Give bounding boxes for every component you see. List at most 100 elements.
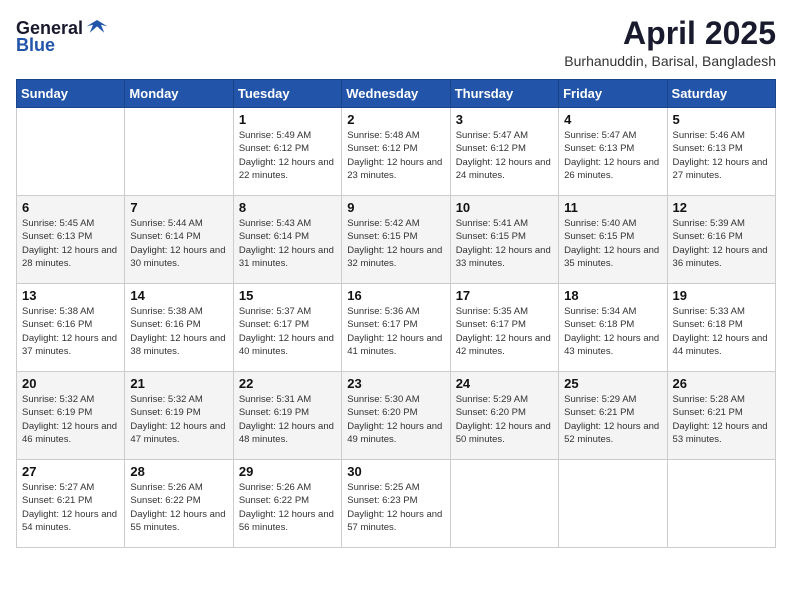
day-info: Sunrise: 5:32 AM Sunset: 6:19 PM Dayligh…: [22, 393, 119, 446]
day-number: 3: [456, 112, 553, 127]
day-info: Sunrise: 5:31 AM Sunset: 6:19 PM Dayligh…: [239, 393, 336, 446]
location-title: Burhanuddin, Barisal, Bangladesh: [564, 53, 776, 69]
calendar-cell: [450, 460, 558, 548]
week-row-4: 20 Sunrise: 5:32 AM Sunset: 6:19 PM Dayli…: [17, 372, 776, 460]
calendar-cell: 14 Sunrise: 5:38 AM Sunset: 6:16 PM Dayli…: [125, 284, 233, 372]
day-number: 18: [564, 288, 661, 303]
calendar-cell: 29Sunrise: 5:26 AM Sunset: 6:22 PM Dayli…: [233, 460, 341, 548]
day-number: 11: [564, 200, 661, 215]
day-info: Sunrise: 5:42 AM Sunset: 6:15 PM Dayligh…: [347, 217, 444, 270]
day-info: Sunrise: 5:30 AM Sunset: 6:20 PM Dayligh…: [347, 393, 444, 446]
day-info: Sunrise: 5:34 AM Sunset: 6:18 PM Dayligh…: [564, 305, 661, 358]
day-number: 2: [347, 112, 444, 127]
title-area: April 2025 Burhanuddin, Barisal, Banglad…: [564, 16, 776, 69]
day-number: 5: [673, 112, 770, 127]
day-info: Sunrise: 5:28 AM Sunset: 6:21 PM Dayligh…: [673, 393, 770, 446]
page-header: General Blue April 2025 Burhanuddin, Bar…: [16, 16, 776, 69]
day-info: Sunrise: 5:25 AM Sunset: 6:23 PM Dayligh…: [347, 481, 444, 534]
day-info: Sunrise: 5:27 AM Sunset: 6:21 PM Dayligh…: [22, 481, 119, 534]
day-number: 13: [22, 288, 119, 303]
day-number: 14: [130, 288, 227, 303]
col-header-saturday: Saturday: [667, 80, 775, 108]
month-title: April 2025: [564, 16, 776, 51]
calendar-cell: 18 Sunrise: 5:34 AM Sunset: 6:18 PM Dayli…: [559, 284, 667, 372]
calendar-cell: 16 Sunrise: 5:36 AM Sunset: 6:17 PM Dayli…: [342, 284, 450, 372]
day-number: 26: [673, 376, 770, 391]
calendar-header-row: SundayMondayTuesdayWednesdayThursdayFrid…: [17, 80, 776, 108]
calendar-cell: 13 Sunrise: 5:38 AM Sunset: 6:16 PM Dayli…: [17, 284, 125, 372]
calendar-cell: 8 Sunrise: 5:43 AM Sunset: 6:14 PM Daylig…: [233, 196, 341, 284]
calendar-cell: 6 Sunrise: 5:45 AM Sunset: 6:13 PM Daylig…: [17, 196, 125, 284]
day-number: 28: [130, 464, 227, 479]
logo: General Blue: [16, 16, 109, 54]
calendar-cell: [125, 108, 233, 196]
day-number: 7: [130, 200, 227, 215]
day-number: 17: [456, 288, 553, 303]
day-number: 6: [22, 200, 119, 215]
calendar-cell: 27 Sunrise: 5:27 AM Sunset: 6:21 PM Dayli…: [17, 460, 125, 548]
day-info: Sunrise: 5:40 AM Sunset: 6:15 PM Dayligh…: [564, 217, 661, 270]
day-number: 20: [22, 376, 119, 391]
calendar-cell: 3 Sunrise: 5:47 AM Sunset: 6:12 PM Daylig…: [450, 108, 558, 196]
day-number: 1: [239, 112, 336, 127]
calendar-cell: 12 Sunrise: 5:39 AM Sunset: 6:16 PM Dayli…: [667, 196, 775, 284]
logo-bird-icon: [85, 16, 109, 40]
calendar-cell: 7 Sunrise: 5:44 AM Sunset: 6:14 PM Daylig…: [125, 196, 233, 284]
day-number: 8: [239, 200, 336, 215]
day-number: 15: [239, 288, 336, 303]
day-number: 12: [673, 200, 770, 215]
calendar-cell: 26 Sunrise: 5:28 AM Sunset: 6:21 PM Dayli…: [667, 372, 775, 460]
day-info: Sunrise: 5:48 AM Sunset: 6:12 PM Dayligh…: [347, 129, 444, 182]
calendar-cell: [667, 460, 775, 548]
day-info: Sunrise: 5:49 AM Sunset: 6:12 PM Dayligh…: [239, 129, 336, 182]
calendar-cell: 11 Sunrise: 5:40 AM Sunset: 6:15 PM Dayli…: [559, 196, 667, 284]
day-info: Sunrise: 5:35 AM Sunset: 6:17 PM Dayligh…: [456, 305, 553, 358]
calendar-table: SundayMondayTuesdayWednesdayThursdayFrid…: [16, 79, 776, 548]
col-header-thursday: Thursday: [450, 80, 558, 108]
day-number: 25: [564, 376, 661, 391]
col-header-monday: Monday: [125, 80, 233, 108]
day-info: Sunrise: 5:38 AM Sunset: 6:16 PM Dayligh…: [22, 305, 119, 358]
day-info: Sunrise: 5:47 AM Sunset: 6:12 PM Dayligh…: [456, 129, 553, 182]
day-info: Sunrise: 5:36 AM Sunset: 6:17 PM Dayligh…: [347, 305, 444, 358]
week-row-5: 27 Sunrise: 5:27 AM Sunset: 6:21 PM Dayli…: [17, 460, 776, 548]
calendar-cell: 9 Sunrise: 5:42 AM Sunset: 6:15 PM Daylig…: [342, 196, 450, 284]
calendar-cell: [559, 460, 667, 548]
logo-blue: Blue: [16, 36, 55, 54]
day-info: Sunrise: 5:47 AM Sunset: 6:13 PM Dayligh…: [564, 129, 661, 182]
calendar-cell: 23 Sunrise: 5:30 AM Sunset: 6:20 PM Dayli…: [342, 372, 450, 460]
day-number: 30: [347, 464, 444, 479]
calendar-cell: 28 Sunrise: 5:26 AM Sunset: 6:22 PM Dayli…: [125, 460, 233, 548]
day-number: 23: [347, 376, 444, 391]
calendar-cell: 19 Sunrise: 5:33 AM Sunset: 6:18 PM Dayli…: [667, 284, 775, 372]
col-header-tuesday: Tuesday: [233, 80, 341, 108]
day-info: Sunrise: 5:38 AM Sunset: 6:16 PM Dayligh…: [130, 305, 227, 358]
day-number: 24: [456, 376, 553, 391]
day-number: 19: [673, 288, 770, 303]
calendar-cell: [17, 108, 125, 196]
week-row-2: 6 Sunrise: 5:45 AM Sunset: 6:13 PM Daylig…: [17, 196, 776, 284]
calendar-cell: 30 Sunrise: 5:25 AM Sunset: 6:23 PM Dayli…: [342, 460, 450, 548]
calendar-cell: 22 Sunrise: 5:31 AM Sunset: 6:19 PM Dayli…: [233, 372, 341, 460]
calendar-cell: 21Sunrise: 5:32 AM Sunset: 6:19 PM Dayli…: [125, 372, 233, 460]
calendar-cell: 1 Sunrise: 5:49 AM Sunset: 6:12 PM Daylig…: [233, 108, 341, 196]
col-header-friday: Friday: [559, 80, 667, 108]
day-number: 4: [564, 112, 661, 127]
calendar-cell: 2 Sunrise: 5:48 AM Sunset: 6:12 PM Daylig…: [342, 108, 450, 196]
day-info: Sunrise: 5:37 AM Sunset: 6:17 PM Dayligh…: [239, 305, 336, 358]
calendar-cell: 20 Sunrise: 5:32 AM Sunset: 6:19 PM Dayli…: [17, 372, 125, 460]
day-number: 16: [347, 288, 444, 303]
day-info: Sunrise: 5:45 AM Sunset: 6:13 PM Dayligh…: [22, 217, 119, 270]
day-info: Sunrise: 5:26 AM Sunset: 6:22 PM Dayligh…: [130, 481, 227, 534]
day-info: Sunrise: 5:33 AM Sunset: 6:18 PM Dayligh…: [673, 305, 770, 358]
day-info: Sunrise: 5:43 AM Sunset: 6:14 PM Dayligh…: [239, 217, 336, 270]
day-info: Sunrise: 5:39 AM Sunset: 6:16 PM Dayligh…: [673, 217, 770, 270]
calendar-cell: 25Sunrise: 5:29 AM Sunset: 6:21 PM Dayli…: [559, 372, 667, 460]
day-info: Sunrise: 5:32 AM Sunset: 6:19 PM Dayligh…: [130, 393, 227, 446]
day-number: 27: [22, 464, 119, 479]
day-number: 9: [347, 200, 444, 215]
day-number: 22: [239, 376, 336, 391]
day-info: Sunrise: 5:26 AM Sunset: 6:22 PM Dayligh…: [239, 481, 336, 534]
day-info: Sunrise: 5:44 AM Sunset: 6:14 PM Dayligh…: [130, 217, 227, 270]
week-row-3: 13 Sunrise: 5:38 AM Sunset: 6:16 PM Dayli…: [17, 284, 776, 372]
